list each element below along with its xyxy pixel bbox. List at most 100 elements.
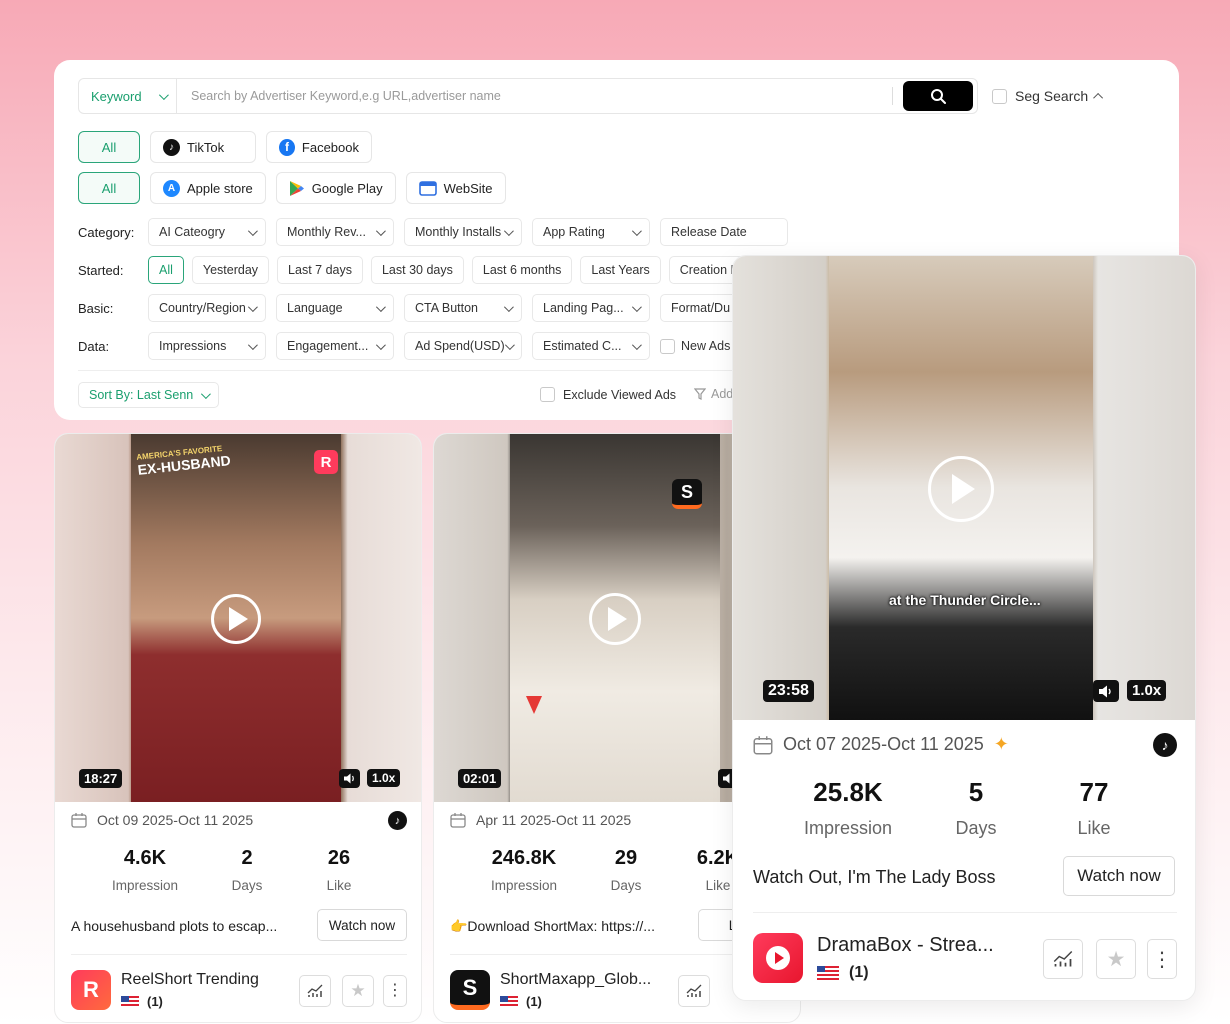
days-stat: 5 Days xyxy=(913,777,1039,839)
volume-button[interactable] xyxy=(1093,680,1119,702)
store-all-button[interactable]: All xyxy=(78,172,140,204)
dramabox-app-logo[interactable] xyxy=(753,933,803,983)
video-thumbnail[interactable]: at the Thunder Circle... 23:58 1.0x xyxy=(733,256,1195,720)
speed-badge[interactable]: 1.0x xyxy=(1127,680,1167,701)
us-flag-icon xyxy=(500,995,518,1008)
like-value: 77 xyxy=(1079,777,1109,807)
app-name[interactable]: ReelShort Trending xyxy=(121,971,281,989)
sort-by-dropdown[interactable]: Sort By: Last Senn xyxy=(78,382,220,408)
volume-icon xyxy=(343,773,354,784)
impressions-dropdown[interactable]: Impressions xyxy=(148,332,266,360)
app-name[interactable]: DramaBox - Strea... xyxy=(817,934,1017,957)
favorite-button[interactable]: ★ xyxy=(342,975,374,1007)
date-range: Oct 07 2025-Oct 11 2025 xyxy=(783,734,984,754)
release-date-dropdown[interactable]: Release Date xyxy=(660,218,788,246)
keyword-select[interactable]: Keyword xyxy=(79,79,177,113)
pill-label: Last 6 months xyxy=(482,263,562,277)
dropdown-label: Estimated C... xyxy=(543,339,622,353)
calendar-icon xyxy=(71,813,87,828)
cta-button-dropdown[interactable]: CTA Button xyxy=(404,294,522,322)
estimated-dropdown[interactable]: Estimated C... xyxy=(532,332,650,360)
app-info: ShortMaxapp_Glob... (1) xyxy=(500,971,670,1009)
ai-category-dropdown[interactable]: AI Cateogry xyxy=(148,218,266,246)
shortmax-app-logo[interactable]: S xyxy=(450,970,490,1010)
us-flag-icon xyxy=(817,965,839,981)
monthly-revenue-dropdown[interactable]: Monthly Rev... xyxy=(276,218,394,246)
store-filter: All A Apple store Google Play WebSite xyxy=(78,172,506,204)
ad-spend-dropdown[interactable]: Ad Spend(USD) xyxy=(404,332,522,360)
language-dropdown[interactable]: Language xyxy=(276,294,394,322)
play-button[interactable] xyxy=(589,593,641,645)
impression-label: Impression xyxy=(111,878,179,893)
volume-button[interactable] xyxy=(339,769,360,788)
platform-tiktok-label: TikTok xyxy=(187,139,225,155)
store-google-button[interactable]: Google Play xyxy=(275,172,396,204)
seg-search-checkbox[interactable] xyxy=(992,88,1007,104)
started-yesterday-button[interactable]: Yesterday xyxy=(191,256,270,284)
dropdown-label: AI Cateogry xyxy=(159,225,226,239)
started-last-6-months-button[interactable]: Last 6 months xyxy=(471,256,573,284)
exclude-viewed-toggle[interactable]: Exclude Viewed Ads xyxy=(540,387,676,402)
dropdown-label: Release Date xyxy=(671,225,747,239)
analytics-button[interactable] xyxy=(299,975,331,1007)
started-last-30-days-button[interactable]: Last 30 days xyxy=(370,256,464,284)
speed-badge[interactable]: 1.0x xyxy=(367,769,401,787)
page-background: Keyword Seg Search All ♪ TikTok f Facebo… xyxy=(0,0,1230,1024)
reelshort-app-logo[interactable]: R xyxy=(71,970,111,1010)
more-button[interactable]: ⋮ xyxy=(1147,939,1177,979)
search-input[interactable] xyxy=(177,79,892,113)
new-ads-toggle[interactable]: New Ads xyxy=(660,338,731,354)
ad-card[interactable]: AMERICA'S FAVORITE EX-HUSBAND R 18:27 1.… xyxy=(54,433,422,1023)
data-filter-row: Data: Impressions Engagement... Ad Spend… xyxy=(78,332,730,360)
new-ads-checkbox[interactable] xyxy=(660,338,675,354)
platform-facebook-button[interactable]: f Facebook xyxy=(266,131,372,163)
started-all-button[interactable]: All xyxy=(148,256,184,284)
country-region-dropdown[interactable]: Country/Region xyxy=(148,294,266,322)
analytics-button[interactable] xyxy=(678,975,710,1007)
chevron-down-icon xyxy=(201,388,212,399)
store-apple-button[interactable]: A Apple store xyxy=(150,172,266,204)
search-button[interactable] xyxy=(903,81,973,111)
landing-page-dropdown[interactable]: Landing Pag... xyxy=(532,294,650,322)
featured-ad-card[interactable]: at the Thunder Circle... 23:58 1.0x Oct … xyxy=(732,255,1196,1001)
platform-tiktok-button[interactable]: ♪ TikTok xyxy=(150,131,256,163)
play-button[interactable] xyxy=(928,456,994,522)
watch-now-button[interactable]: Watch now xyxy=(1063,856,1175,896)
app-info: ReelShort Trending (1) xyxy=(121,971,281,1009)
engagement-dropdown[interactable]: Engagement... xyxy=(276,332,394,360)
monthly-installs-dropdown[interactable]: Monthly Installs xyxy=(404,218,522,246)
impression-value: 25.8K xyxy=(813,777,883,807)
play-button[interactable] xyxy=(211,594,261,644)
started-label: Started: xyxy=(78,262,124,278)
search-bar: Keyword xyxy=(78,78,978,114)
app-name[interactable]: ShortMaxapp_Glob... xyxy=(500,971,670,989)
video-thumbnail[interactable]: AMERICA'S FAVORITE EX-HUSBAND R 18:27 1.… xyxy=(55,434,421,802)
days-value: 2 xyxy=(241,847,253,869)
chevron-down-icon xyxy=(631,225,642,236)
store-website-button[interactable]: WebSite xyxy=(405,172,506,204)
add-filter-button[interactable]: Add xyxy=(694,387,733,401)
play-icon xyxy=(608,607,627,631)
stats-row: 246.8K Impression 29 Days 6.2K Like xyxy=(474,847,758,893)
date-range: Apr 11 2025-Oct 11 2025 xyxy=(476,812,632,828)
started-filter-row: Started: All Yesterday Last 7 days Last … xyxy=(78,256,769,284)
started-last-7-days-button[interactable]: Last 7 days xyxy=(277,256,363,284)
chevron-up-icon xyxy=(1093,92,1104,103)
more-button[interactable]: ⋮ xyxy=(383,975,407,1007)
seg-search-label: Seg Search xyxy=(1015,88,1089,104)
exclude-viewed-checkbox[interactable] xyxy=(540,387,555,402)
analytics-button[interactable] xyxy=(1043,939,1083,979)
platform-all-button[interactable]: All xyxy=(78,131,140,163)
play-icon xyxy=(229,607,248,631)
started-last-years-button[interactable]: Last Years xyxy=(580,256,661,284)
date-row: Oct 07 2025-Oct 11 2025 ✦ xyxy=(753,734,1009,755)
tiktok-icon: ♪ xyxy=(1153,733,1177,757)
divider xyxy=(753,912,1177,913)
app-rating-dropdown[interactable]: App Rating xyxy=(532,218,650,246)
new-ads-label: New Ads xyxy=(681,339,731,353)
favorite-button[interactable]: ★ xyxy=(1096,939,1136,979)
shortmax-logo-icon: S xyxy=(672,479,702,509)
watch-now-button[interactable]: Watch now xyxy=(317,909,407,941)
seg-search-toggle[interactable]: Seg Search xyxy=(992,88,1104,104)
dropdown-label: Language xyxy=(287,301,343,315)
